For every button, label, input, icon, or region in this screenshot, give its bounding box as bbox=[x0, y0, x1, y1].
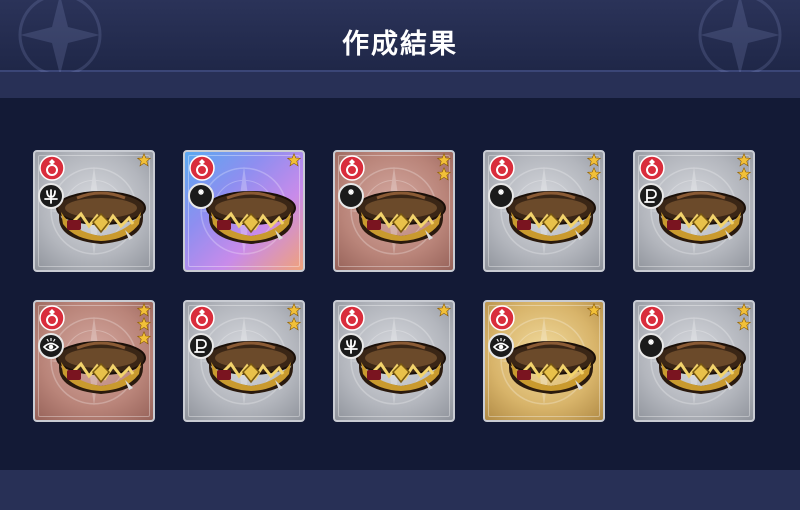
rarity-star-icon bbox=[137, 317, 151, 331]
rarity-star-icon bbox=[737, 153, 751, 167]
result-card[interactable] bbox=[183, 300, 305, 422]
result-card[interactable] bbox=[33, 150, 155, 272]
rarity-star-icon bbox=[437, 167, 451, 181]
rarity-star-icon bbox=[587, 167, 601, 181]
pluto-icon bbox=[188, 333, 214, 359]
rarity-star-icon bbox=[587, 153, 601, 167]
pluto-icon bbox=[638, 183, 664, 209]
crescent-star-icon bbox=[488, 183, 514, 209]
rarity-star-icon bbox=[287, 317, 301, 331]
rarity-stars bbox=[587, 303, 601, 317]
rarity-star-icon bbox=[437, 153, 451, 167]
page-title: 作成結果 bbox=[342, 29, 458, 60]
rarity-star-icon bbox=[737, 303, 751, 317]
rarity-stars bbox=[587, 153, 601, 181]
result-card[interactable] bbox=[633, 300, 755, 422]
crescent-star-icon bbox=[338, 183, 364, 209]
rarity-star-icon bbox=[287, 153, 301, 167]
result-card[interactable] bbox=[633, 150, 755, 272]
ring-item-icon bbox=[356, 341, 446, 394]
result-card[interactable] bbox=[483, 300, 605, 422]
accessory-type-badge-icon bbox=[639, 305, 665, 331]
rarity-star-icon bbox=[287, 303, 301, 317]
ring-item-icon bbox=[656, 191, 746, 244]
result-grid bbox=[33, 150, 755, 422]
ring-item-icon bbox=[506, 341, 596, 394]
accessory-type-badge-icon bbox=[639, 155, 665, 181]
result-card[interactable] bbox=[333, 300, 455, 422]
rarity-stars bbox=[737, 153, 751, 181]
ring-item-icon bbox=[206, 341, 296, 394]
accessory-type-badge-icon bbox=[339, 305, 365, 331]
ring-item-icon bbox=[356, 191, 446, 244]
rarity-star-icon bbox=[587, 303, 601, 317]
rarity-stars bbox=[287, 303, 301, 331]
rarity-star-icon bbox=[137, 153, 151, 167]
trident-icon bbox=[38, 183, 64, 209]
rarity-star-icon bbox=[137, 303, 151, 317]
accessory-type-badge-icon bbox=[39, 155, 65, 181]
ring-item-icon bbox=[656, 341, 746, 394]
eye-icon bbox=[488, 333, 514, 359]
ring-item-icon bbox=[56, 191, 146, 244]
result-card[interactable] bbox=[33, 300, 155, 422]
result-card[interactable] bbox=[483, 150, 605, 272]
rarity-star-icon bbox=[437, 303, 451, 317]
rarity-stars bbox=[437, 153, 451, 181]
accessory-type-badge-icon bbox=[489, 305, 515, 331]
bottom-band bbox=[0, 470, 800, 510]
crescent-star-icon bbox=[188, 183, 214, 209]
crescent-star-icon bbox=[638, 333, 664, 359]
trident-icon bbox=[338, 333, 364, 359]
rarity-stars bbox=[287, 153, 301, 167]
rarity-stars bbox=[137, 153, 151, 167]
rarity-star-icon bbox=[137, 331, 151, 345]
accessory-type-badge-icon bbox=[489, 155, 515, 181]
rarity-star-icon bbox=[737, 317, 751, 331]
ring-item-icon bbox=[56, 341, 146, 394]
accessory-type-badge-icon bbox=[189, 305, 215, 331]
ring-item-icon bbox=[506, 191, 596, 244]
result-card[interactable] bbox=[333, 150, 455, 272]
accessory-type-badge-icon bbox=[189, 155, 215, 181]
eye-icon bbox=[38, 333, 64, 359]
ring-item-icon bbox=[206, 191, 296, 244]
rarity-stars bbox=[737, 303, 751, 331]
top-band bbox=[0, 72, 800, 98]
accessory-type-badge-icon bbox=[39, 305, 65, 331]
rarity-stars bbox=[137, 303, 151, 345]
result-card[interactable] bbox=[183, 150, 305, 272]
rarity-stars bbox=[437, 303, 451, 317]
result-header: 作成結果 bbox=[0, 0, 800, 77]
accessory-type-badge-icon bbox=[339, 155, 365, 181]
rarity-star-icon bbox=[737, 167, 751, 181]
